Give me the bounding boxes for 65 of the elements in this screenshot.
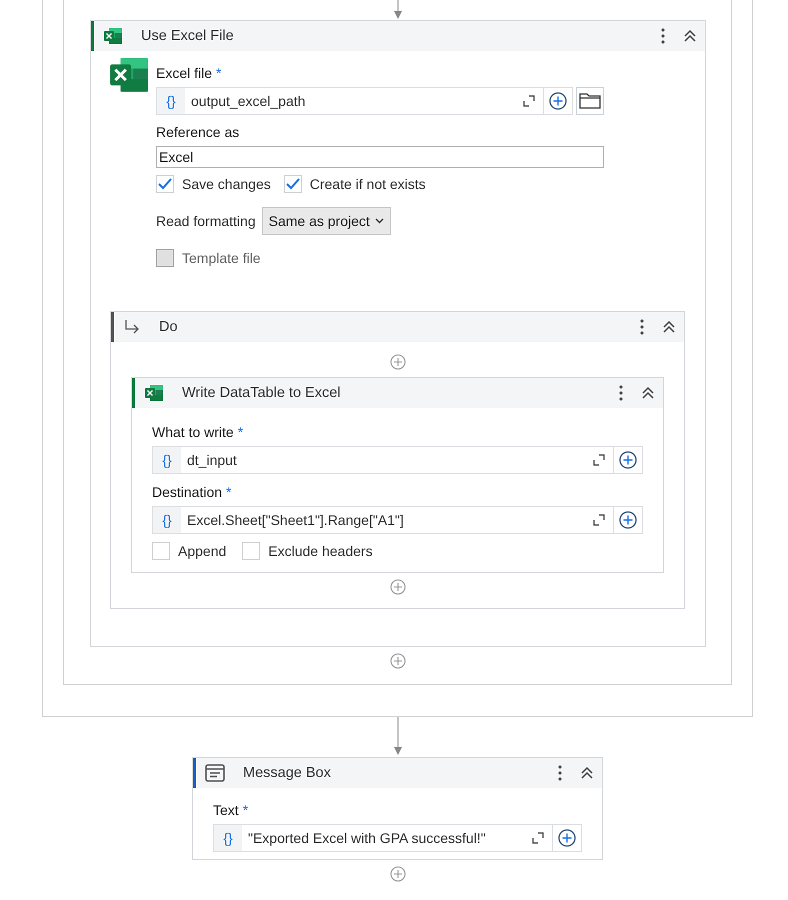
- field-label: What to write: [152, 424, 234, 440]
- checkbox-label: Append: [178, 543, 226, 559]
- expression-prefix: {}: [214, 825, 242, 851]
- activity-title: Use Excel File: [141, 28, 235, 44]
- more-icon[interactable]: [640, 319, 644, 335]
- more-icon[interactable]: [558, 765, 562, 781]
- checkbox[interactable]: [284, 175, 302, 193]
- spreadsheet-icon: [108, 56, 150, 94]
- required-mark: *: [242, 802, 248, 818]
- plus-icon[interactable]: [390, 866, 406, 882]
- required-mark: *: [238, 424, 244, 440]
- field-value[interactable]: output_excel_path: [185, 88, 523, 114]
- field-label: Destination: [152, 484, 222, 500]
- checkbox-label: Template file: [182, 250, 261, 266]
- field-label: Text: [213, 802, 239, 818]
- checkbox[interactable]: [156, 175, 174, 193]
- dropdown[interactable]: Same as project: [262, 207, 391, 235]
- expand-icon[interactable]: [593, 454, 605, 466]
- plus-icon[interactable]: [390, 354, 406, 370]
- plus-icon: [619, 451, 637, 469]
- required-mark: *: [216, 65, 222, 81]
- checkbox[interactable]: [152, 542, 170, 560]
- collapse-icon[interactable]: [580, 766, 594, 780]
- folder-icon: [579, 93, 601, 109]
- check-icon: [286, 178, 300, 190]
- plus-icon: [549, 92, 567, 110]
- activity-title: Message Box: [243, 765, 332, 781]
- spreadsheet-icon: [103, 27, 123, 45]
- more-icon[interactable]: [661, 28, 665, 44]
- expression-prefix: {}: [153, 507, 181, 533]
- expand-icon[interactable]: [532, 832, 544, 844]
- input-field[interactable]: Excel: [156, 146, 604, 168]
- browse-button[interactable]: [576, 87, 604, 115]
- collapse-icon[interactable]: [641, 386, 655, 400]
- expand-icon[interactable]: [593, 514, 605, 526]
- checkbox-label: Exclude headers: [268, 543, 373, 559]
- connector-arrow: [392, 717, 402, 755]
- expand-icon[interactable]: [523, 95, 535, 107]
- field-value[interactable]: dt_input: [181, 447, 593, 473]
- required-mark: *: [226, 484, 232, 500]
- more-icon[interactable]: [619, 385, 623, 401]
- check-icon: [158, 178, 172, 190]
- checkbox-label: Save changes: [182, 176, 271, 192]
- expression-prefix: {}: [157, 88, 185, 114]
- expression-prefix: {}: [153, 447, 181, 473]
- plus-icon: [558, 829, 576, 847]
- activity-title: Do: [159, 319, 179, 335]
- field-value[interactable]: Excel.Sheet["Sheet1"].Range["A1"]: [181, 507, 593, 533]
- plus-icon: [619, 511, 637, 529]
- field-label: Read formatting: [156, 213, 256, 229]
- checkbox[interactable]: [242, 542, 260, 560]
- field-label: Reference as: [156, 124, 240, 140]
- field-value[interactable]: "Exported Excel with GPA successful!": [242, 825, 532, 851]
- collapse-icon[interactable]: [683, 29, 697, 43]
- spreadsheet-icon: [144, 384, 164, 402]
- plus-icon[interactable]: [390, 653, 406, 669]
- checkbox-label: Create if not exists: [310, 176, 426, 192]
- connector-arrow: [393, 0, 403, 19]
- field-label: Excel file: [156, 65, 212, 81]
- message-icon: [205, 764, 225, 782]
- collapse-icon[interactable]: [662, 320, 676, 334]
- caret-icon: [374, 218, 384, 224]
- activity-title: Write DataTable to Excel: [182, 385, 342, 401]
- return-arrow-icon: [123, 319, 141, 335]
- plus-icon[interactable]: [390, 579, 406, 595]
